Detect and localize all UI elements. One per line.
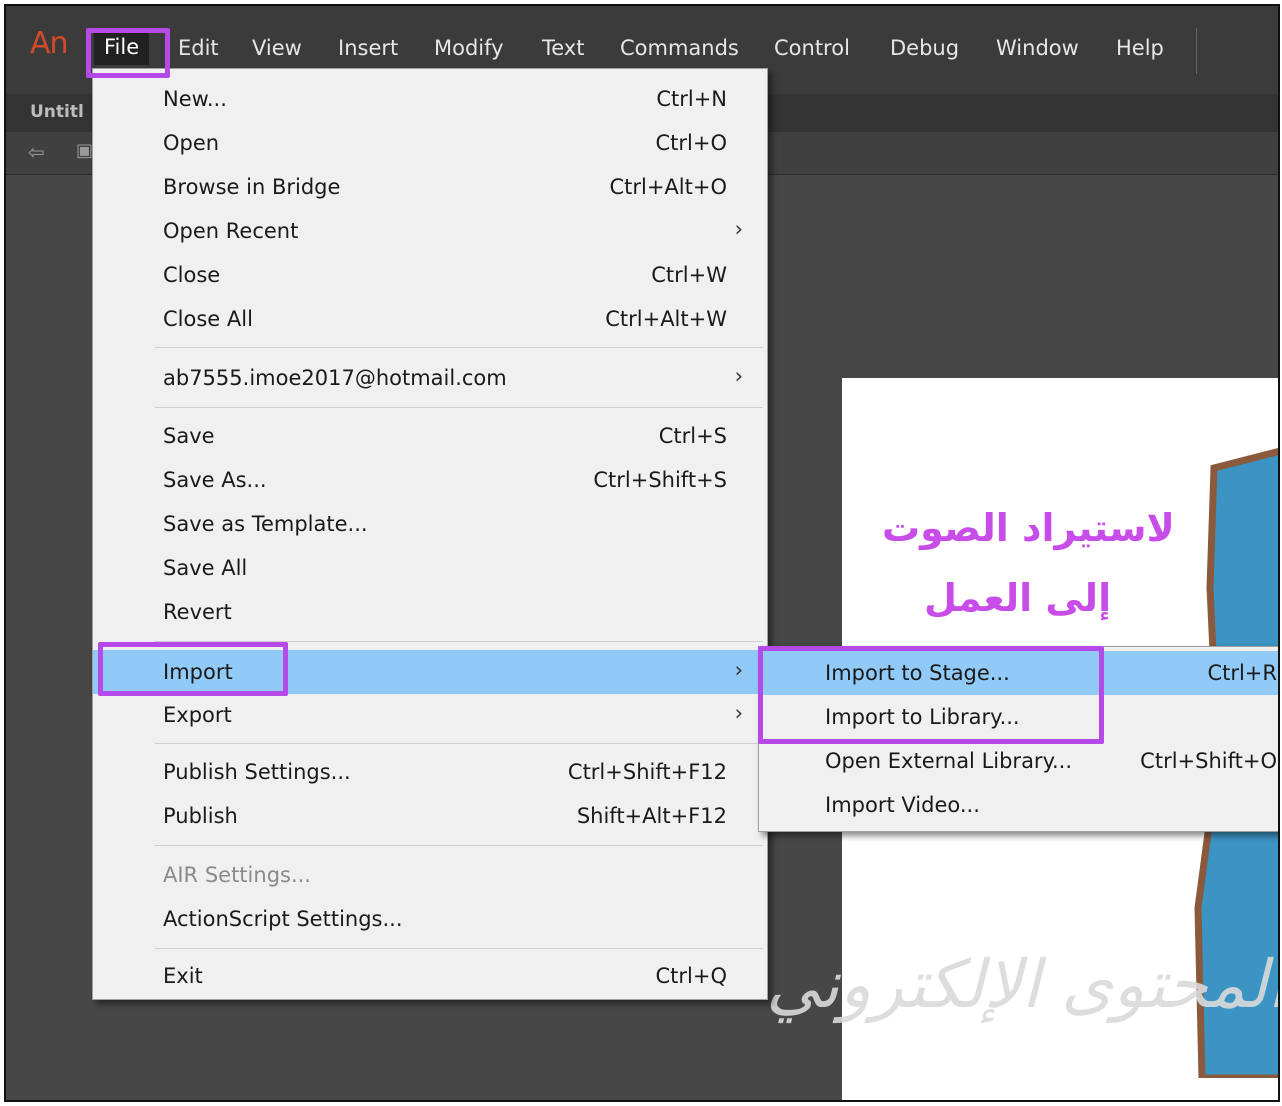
menu-item-export[interactable]: Export › — [93, 695, 767, 735]
menu-separator — [155, 948, 763, 949]
menu-item-label: Publish — [163, 804, 238, 828]
chevron-right-icon: › — [734, 217, 743, 241]
menu-item-shortcut: Ctrl+N — [656, 87, 727, 111]
menu-item-shortcut: Ctrl+Shift+S — [593, 468, 727, 492]
menu-item-publish[interactable]: Publish Shift+Alt+F12 — [93, 796, 767, 836]
submenu-item-open-external-library[interactable]: Open External Library... Ctrl+Shift+O — [759, 741, 1278, 781]
menu-item-label: ActionScript Settings... — [163, 907, 403, 931]
menu-item-save-template[interactable]: Save as Template... — [93, 504, 767, 544]
menu-debug[interactable]: Debug — [890, 36, 959, 60]
menu-item-save-all[interactable]: Save All — [93, 548, 767, 588]
menu-item-save-as[interactable]: Save As... Ctrl+Shift+S — [93, 460, 767, 500]
menu-item-shortcut: Ctrl+S — [658, 424, 727, 448]
menu-item-close[interactable]: Close Ctrl+W — [93, 255, 767, 295]
menu-item-label: Save As... — [163, 468, 267, 492]
menu-item-account[interactable]: ab7555.imoe2017@hotmail.com › — [93, 358, 767, 398]
menu-item-label: Revert — [163, 600, 232, 624]
app-logo: An — [30, 26, 69, 61]
menu-item-label: Publish Settings... — [163, 760, 351, 784]
menu-item-revert[interactable]: Revert — [93, 592, 767, 632]
annotation-outline-file — [86, 28, 170, 78]
menu-item-label: Close All — [163, 307, 253, 331]
app-window: An File Edit View Insert Modify Text Com… — [4, 4, 1280, 1102]
menu-modify[interactable]: Modify — [434, 36, 504, 60]
menu-item-browse-bridge[interactable]: Browse in Bridge Ctrl+Alt+O — [93, 167, 767, 207]
stage-caption-line2: إلى العمل — [924, 576, 1112, 620]
menu-item-label: Save — [163, 424, 215, 448]
menu-item-label: Save All — [163, 556, 248, 580]
menu-edit[interactable]: Edit — [178, 36, 219, 60]
menu-text[interactable]: Text — [542, 36, 584, 60]
annotation-outline-import-options — [758, 646, 1104, 744]
menu-item-label: Close — [163, 263, 221, 287]
scene-icon[interactable]: ▣ — [76, 140, 93, 161]
menu-item-open[interactable]: Open Ctrl+O — [93, 123, 767, 163]
menu-item-shortcut: Ctrl+O — [655, 131, 728, 155]
back-arrow-icon[interactable]: ⇦ — [28, 140, 45, 164]
menu-help[interactable]: Help — [1116, 36, 1164, 60]
menu-view[interactable]: View — [252, 36, 302, 60]
menu-item-save[interactable]: Save Ctrl+S — [93, 416, 767, 456]
chevron-right-icon: › — [734, 701, 743, 725]
menu-separator — [155, 347, 763, 348]
menu-item-label: Open — [163, 131, 220, 155]
menu-item-shortcut: Shift+Alt+F12 — [576, 804, 727, 828]
menu-item-shortcut: Ctrl+Alt+W — [605, 307, 727, 331]
menu-item-label: Open Recent — [163, 219, 299, 243]
document-tab[interactable]: Untitl — [30, 102, 84, 122]
menu-item-shortcut: Ctrl+Alt+O — [609, 175, 727, 199]
menu-item-actionscript-settings[interactable]: ActionScript Settings... — [93, 899, 767, 939]
menu-insert[interactable]: Insert — [338, 36, 398, 60]
chevron-right-icon: › — [734, 364, 743, 388]
menu-control[interactable]: Control — [774, 36, 850, 60]
menu-item-label: Exit — [163, 964, 203, 988]
menu-separator — [155, 407, 763, 408]
menu-commands[interactable]: Commands — [620, 36, 739, 60]
menu-window[interactable]: Window — [996, 36, 1079, 60]
menu-item-label: Export — [163, 703, 232, 727]
menu-item-exit[interactable]: Exit Ctrl+Q — [93, 956, 767, 996]
menu-item-shortcut: Ctrl+Shift+F12 — [567, 760, 727, 784]
menu-item-air-settings: AIR Settings... — [93, 855, 767, 895]
stage-caption-line1: لاستيراد الصوت — [882, 506, 1175, 550]
submenu-item-import-video[interactable]: Import Video... — [759, 785, 1278, 825]
menu-item-label: Browse in Bridge — [163, 175, 341, 199]
menu-item-shortcut: Ctrl+R — [1207, 661, 1277, 685]
menu-item-publish-settings[interactable]: Publish Settings... Ctrl+Shift+F12 — [93, 752, 767, 792]
menu-item-label: Save as Template... — [163, 512, 368, 536]
menu-item-shortcut: Ctrl+Shift+O — [1140, 749, 1277, 773]
menu-item-label: AIR Settings... — [163, 863, 311, 887]
menu-item-new[interactable]: New... Ctrl+N — [93, 79, 767, 119]
menu-item-label: Open External Library... — [825, 749, 1073, 773]
menu-item-close-all[interactable]: Close All Ctrl+Alt+W — [93, 299, 767, 339]
menu-item-label: Import Video... — [825, 793, 980, 817]
file-menu: New... Ctrl+N Open Ctrl+O Browse in Brid… — [92, 68, 768, 1000]
menubar-divider — [1196, 28, 1197, 74]
annotation-outline-import — [98, 642, 288, 696]
menu-item-open-recent[interactable]: Open Recent › — [93, 211, 767, 251]
stage-watermark: المحتوى الإلكتروني — [766, 946, 1280, 1023]
menu-item-shortcut: Ctrl+Q — [655, 964, 728, 988]
menu-item-label: ab7555.imoe2017@hotmail.com — [163, 366, 507, 390]
menu-separator — [155, 845, 763, 846]
menu-separator — [155, 743, 763, 744]
chevron-right-icon: › — [734, 658, 743, 682]
menu-item-shortcut: Ctrl+W — [651, 263, 727, 287]
menu-item-label: New... — [163, 87, 227, 111]
